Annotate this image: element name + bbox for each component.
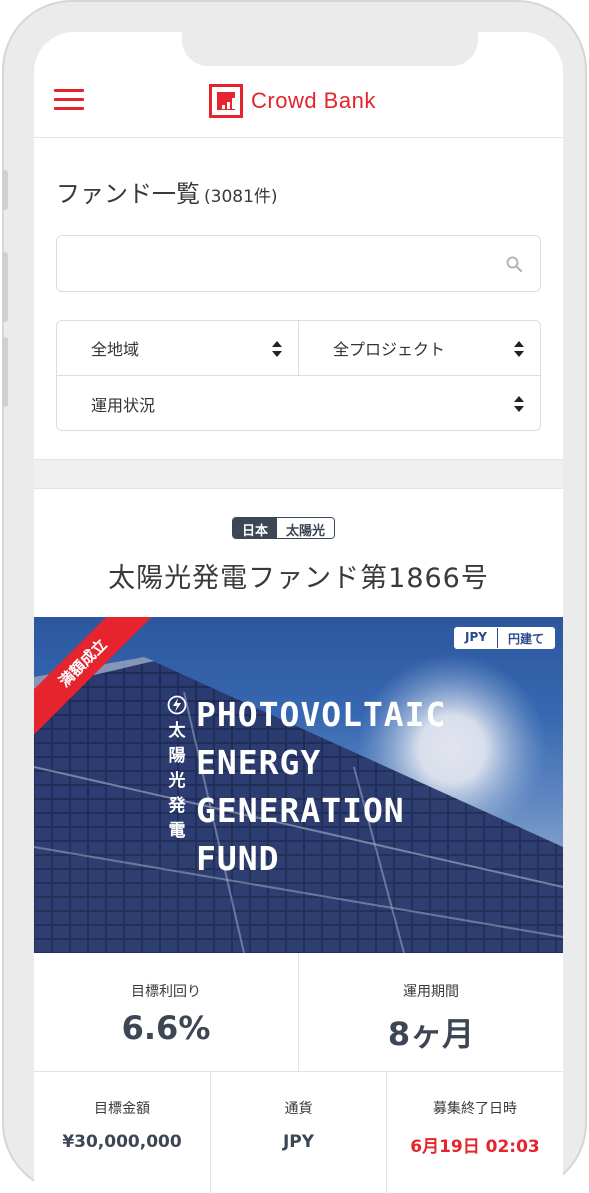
recruitment-deadline-value: 6月19日 02:03 [410, 1137, 540, 1157]
vertical-char: 発 [168, 796, 186, 816]
status-select-value: 運用状況 [91, 395, 156, 415]
region-select-value: 全地域 [91, 340, 140, 359]
image-title-line: GENERATION [196, 791, 405, 830]
operation-term-value: 8ヶ月 [387, 1015, 475, 1053]
operation-term: 運用期間 8ヶ月 [299, 953, 563, 1072]
search-box [56, 235, 541, 292]
lightning-circle-icon [167, 695, 187, 715]
vertical-caption: 太 陽 光 発 電 [166, 719, 188, 844]
page-title-text: ファンド一覧 [56, 180, 200, 208]
target-amount: 目標金額 ¥30,000,000 [34, 1072, 211, 1193]
target-yield-value: 6.6% [121, 1009, 211, 1047]
image-title-line: ENERGY [196, 743, 322, 782]
tag-category: 太陽光 [277, 518, 335, 538]
phone-volume-up [2, 252, 8, 322]
phone-volume-down [2, 337, 8, 407]
phone-frame: Crowd Bank ファンド一覧 (3081件) 全地域 全プロジェクト 運用… [2, 0, 587, 1193]
logo-mark-icon [209, 84, 243, 118]
project-select-value: 全プロジェクト [333, 340, 446, 359]
project-select[interactable]: 全プロジェクト [299, 321, 540, 376]
image-title-line: FUND [196, 839, 280, 878]
select-arrows-icon [514, 341, 524, 357]
fund-title[interactable]: 太陽光発電ファンド第1866号 [34, 556, 563, 595]
tag-country: 日本 [233, 518, 278, 538]
target-amount-label: 目標金額 [94, 1101, 150, 1117]
vertical-char: 太 [168, 721, 186, 741]
app-header: Crowd Bank [34, 72, 563, 138]
currency-label: 通貨 [284, 1101, 313, 1117]
image-title-line: PHOTOVOLTAIC [196, 695, 447, 734]
currency-tags: JPY 円建て [454, 627, 555, 649]
search-icon[interactable] [506, 256, 522, 272]
phone-notch [182, 32, 478, 66]
search-input[interactable] [57, 236, 477, 291]
section-divider [34, 459, 563, 489]
select-arrows-icon [272, 341, 282, 357]
currency-value: JPY [282, 1132, 315, 1152]
hamburger-icon[interactable] [54, 89, 84, 111]
recruitment-deadline-label: 募集終了日時 [433, 1101, 517, 1117]
operation-term-label: 運用期間 [403, 984, 459, 1000]
status-select[interactable]: 運用状況 [57, 376, 540, 431]
logo-text: Crowd Bank [251, 88, 376, 113]
filter-panel: 全地域 全プロジェクト 運用状況 [56, 320, 541, 431]
currency: 通貨 JPY [211, 1072, 387, 1193]
region-select[interactable]: 全地域 [57, 321, 299, 376]
logo[interactable]: Crowd Bank [209, 83, 376, 119]
currency-type-tag: 円建て [496, 628, 554, 648]
target-amount-value: ¥30,000,000 [62, 1132, 182, 1152]
fund-image[interactable]: 満額成立 JPY 円建て 太 陽 光 発 電 PHOTOVOLTAIC ENER… [34, 617, 563, 953]
phone-side-button [2, 170, 8, 210]
target-yield-label: 目標利回り [131, 984, 201, 1000]
vertical-char: 光 [168, 771, 186, 791]
target-yield: 目標利回り 6.6% [34, 953, 299, 1072]
select-arrows-icon [514, 396, 524, 412]
solar-panel-illustration [34, 617, 563, 953]
screen: Crowd Bank ファンド一覧 (3081件) 全地域 全プロジェクト 運用… [34, 32, 563, 1193]
currency-tag: JPY [455, 628, 497, 648]
page-title: ファンド一覧 (3081件) [56, 174, 278, 209]
recruitment-deadline: 募集終了日時 6月19日 02:03 [387, 1072, 563, 1193]
fund-tags: 日本 太陽光 [232, 517, 336, 539]
vertical-char: 陽 [168, 746, 186, 766]
fund-count: (3081件) [204, 187, 278, 207]
vertical-char: 電 [168, 821, 186, 841]
